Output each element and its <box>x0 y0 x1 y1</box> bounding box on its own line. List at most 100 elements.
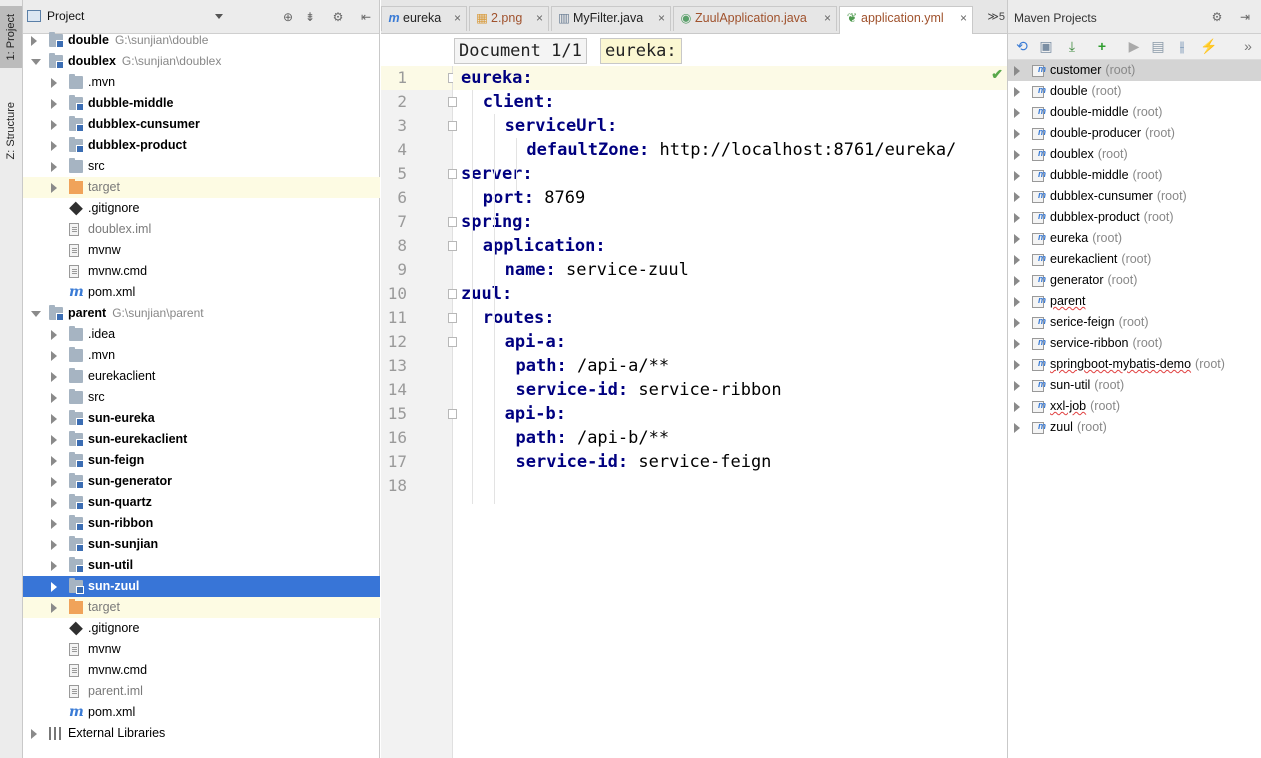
maven-project-item[interactable]: dubblex-product(root) <box>1008 206 1261 228</box>
project-tree-item[interactable]: sun-eureka <box>23 408 380 429</box>
code-editor[interactable]: eureka: client: serviceUrl: defaultZone: ht… <box>453 66 1007 758</box>
project-tree-item[interactable]: sun-zuul <box>23 576 380 597</box>
chevron-right-icon[interactable] <box>51 372 57 382</box>
toggle-offline-icon[interactable]: ⫲ <box>1174 38 1190 54</box>
project-tree-item[interactable]: m pom.xml <box>23 282 380 303</box>
skip-tests-icon[interactable]: ⚡ <box>1200 38 1217 54</box>
gear-icon[interactable]: ⚙ <box>1210 10 1224 24</box>
maven-project-item[interactable]: double(root) <box>1008 80 1261 102</box>
project-tool-tab[interactable]: 1: Project <box>0 6 22 68</box>
hide-panel-icon[interactable]: ⇤ <box>359 10 373 24</box>
chevron-right-icon[interactable] <box>51 519 57 529</box>
chevron-right-icon[interactable] <box>1014 234 1020 244</box>
close-icon[interactable]: × <box>454 7 461 30</box>
project-tree-item[interactable]: sun-util <box>23 555 380 576</box>
structure-tool-tab[interactable]: Z: Structure <box>0 96 22 166</box>
locate-target-icon[interactable]: ⊕ <box>281 10 295 24</box>
chevron-right-icon[interactable] <box>1014 108 1020 118</box>
project-tree-item[interactable]: sun-ribbon <box>23 513 380 534</box>
chevron-right-icon[interactable] <box>51 435 57 445</box>
chevron-right-icon[interactable] <box>51 477 57 487</box>
project-tree-item[interactable]: double G:\sunjian\double <box>23 30 380 51</box>
project-tree-item[interactable]: doublex G:\sunjian\doublex <box>23 51 380 72</box>
project-tree-item[interactable]: target <box>23 177 380 198</box>
chevron-right-icon[interactable] <box>1014 255 1020 265</box>
chevron-down-icon[interactable] <box>215 14 223 19</box>
reimport-icon[interactable]: ⟲ <box>1014 38 1030 54</box>
chevron-right-icon[interactable] <box>1014 213 1020 223</box>
project-tree-item[interactable]: mvnw <box>23 240 380 261</box>
chevron-right-icon[interactable] <box>31 729 37 739</box>
maven-project-item[interactable]: springboot-mybatis-demo(root) <box>1008 353 1261 375</box>
project-tree-item[interactable]: sun-feign <box>23 450 380 471</box>
project-view-selector[interactable]: Project <box>27 9 227 23</box>
chevron-right-icon[interactable] <box>51 603 57 613</box>
project-tree-item[interactable]: mvnw <box>23 639 380 660</box>
chevron-right-icon[interactable] <box>1014 129 1020 139</box>
project-tree-item[interactable]: m pom.xml <box>23 702 380 723</box>
chevron-right-icon[interactable] <box>51 120 57 130</box>
breadcrumb-document[interactable]: Document 1/1 <box>454 38 587 64</box>
project-tree-item[interactable]: sun-eurekaclient <box>23 429 380 450</box>
chevron-right-icon[interactable] <box>51 183 57 193</box>
chevron-right-icon[interactable] <box>51 582 57 592</box>
project-tree-item[interactable]: eurekaclient <box>23 366 380 387</box>
editor-tab[interactable]: ▥ MyFilter.java × <box>551 6 671 31</box>
project-tree-item[interactable]: dubblex-product <box>23 135 380 156</box>
maven-project-item[interactable]: zuul(root) <box>1008 416 1261 438</box>
chevron-right-icon[interactable] <box>1014 402 1020 412</box>
project-tree-item[interactable]: mvnw.cmd <box>23 660 380 681</box>
chevron-right-icon[interactable] <box>51 561 57 571</box>
chevron-right-icon[interactable] <box>1014 171 1020 181</box>
maven-project-item[interactable]: service-ribbon(root) <box>1008 332 1261 354</box>
project-tree-item[interactable]: .mvn <box>23 345 380 366</box>
project-tree-item[interactable]: .mvn <box>23 72 380 93</box>
chevron-right-icon[interactable] <box>51 414 57 424</box>
project-tree-item[interactable]: parent G:\sunjian\parent <box>23 303 380 324</box>
project-tree-item[interactable]: sun-generator <box>23 471 380 492</box>
maven-project-item[interactable]: double-producer(root) <box>1008 122 1261 144</box>
project-tree-item[interactable]: sun-sunjian <box>23 534 380 555</box>
chevron-right-icon[interactable] <box>51 99 57 109</box>
chevron-right-icon[interactable] <box>1014 318 1020 328</box>
chevron-right-icon[interactable] <box>1014 423 1020 433</box>
project-tree-item[interactable]: dubblex-cunsumer <box>23 114 380 135</box>
maven-project-item[interactable]: parent <box>1008 290 1261 312</box>
chevron-right-icon[interactable] <box>1014 339 1020 349</box>
chevron-right-icon[interactable] <box>1014 87 1020 97</box>
gear-icon[interactable]: ⚙ <box>331 10 345 24</box>
hide-panel-icon[interactable]: ⇥ <box>1238 10 1252 24</box>
chevron-right-icon[interactable] <box>1014 192 1020 202</box>
project-tree-item[interactable]: doublex.iml <box>23 219 380 240</box>
project-tree-item[interactable]: parent.iml <box>23 681 380 702</box>
run-config-icon[interactable]: ▤ <box>1150 38 1166 54</box>
chevron-right-icon[interactable] <box>1014 66 1020 76</box>
chevron-right-icon[interactable] <box>1014 150 1020 160</box>
project-tree-item[interactable]: mvnw.cmd <box>23 261 380 282</box>
close-icon[interactable]: × <box>658 7 665 30</box>
chevron-down-icon[interactable] <box>31 59 41 65</box>
project-tree-item[interactable]: .idea <box>23 324 380 345</box>
tab-overflow-indicator[interactable]: ≫5 <box>987 10 1005 23</box>
editor-tab[interactable]: ◉ ZuulApplication.java × <box>673 6 837 31</box>
editor-tab[interactable]: ▦ 2.png × <box>469 6 549 31</box>
maven-project-item[interactable]: double-middle(root) <box>1008 101 1261 123</box>
download-icon[interactable]: ⤓ <box>1064 38 1080 54</box>
chevron-right-icon[interactable] <box>51 78 57 88</box>
maven-project-item[interactable]: xxl-job(root) <box>1008 395 1261 417</box>
maven-project-item[interactable]: generator(root) <box>1008 269 1261 291</box>
editor-tab[interactable]: m eureka × <box>381 6 467 31</box>
chevron-right-icon[interactable] <box>51 540 57 550</box>
chevron-down-icon[interactable] <box>31 311 41 317</box>
maven-project-item[interactable]: serice-feign(root) <box>1008 311 1261 333</box>
maven-project-item[interactable]: doublex(root) <box>1008 143 1261 165</box>
maven-project-item[interactable]: dubble-middle(root) <box>1008 164 1261 186</box>
project-tree-item[interactable]: target <box>23 597 380 618</box>
chevron-right-icon[interactable] <box>1014 381 1020 391</box>
chevron-right-icon[interactable] <box>51 351 57 361</box>
project-tree-item[interactable]: src <box>23 387 380 408</box>
chevron-right-icon[interactable] <box>1014 276 1020 286</box>
chevron-right-icon[interactable] <box>51 393 57 403</box>
chevron-right-icon[interactable] <box>51 330 57 340</box>
project-tree-item[interactable]: .gitignore <box>23 198 380 219</box>
